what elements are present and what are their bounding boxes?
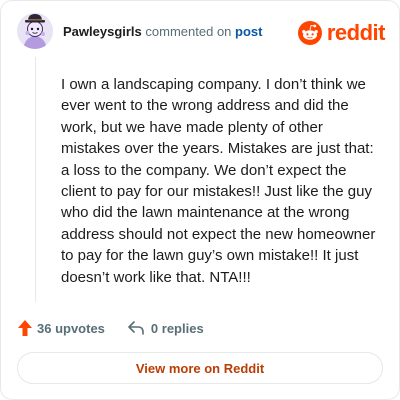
user-avatar[interactable] [17, 13, 53, 49]
upvote-arrow-icon [18, 320, 32, 336]
avatar-icon [17, 13, 53, 49]
reply-count: 0 replies [150, 320, 204, 336]
reddit-logo[interactable]: reddit [297, 19, 386, 47]
reply-arrow-icon [128, 321, 144, 335]
reddit-wordmark: reddit [326, 20, 386, 45]
reddit-snoo-icon [297, 21, 322, 45]
reddit-comment-card: Pawleysgirls commented on post reddit I … [0, 0, 400, 400]
comment-header: Pawleysgirls commented on post reddit [17, 13, 386, 53]
author-name[interactable]: Pawleysgirls [63, 24, 142, 39]
comment-body: I own a landscaping company. I don’t thi… [61, 76, 376, 286]
comment-actions: 36 upvotes 0 replies [17, 317, 204, 339]
view-more-on-reddit-button[interactable]: View more on Reddit [17, 352, 383, 384]
upvote-count: 36 upvotes [37, 320, 105, 336]
action-text: commented on [145, 24, 232, 39]
post-link[interactable]: post [235, 24, 262, 39]
reply-button[interactable]: 0 replies [127, 320, 204, 336]
upvote-button[interactable]: 36 upvotes [17, 319, 105, 337]
thread-line [35, 57, 36, 302]
author-line: Pawleysgirls commented on post [63, 24, 262, 40]
